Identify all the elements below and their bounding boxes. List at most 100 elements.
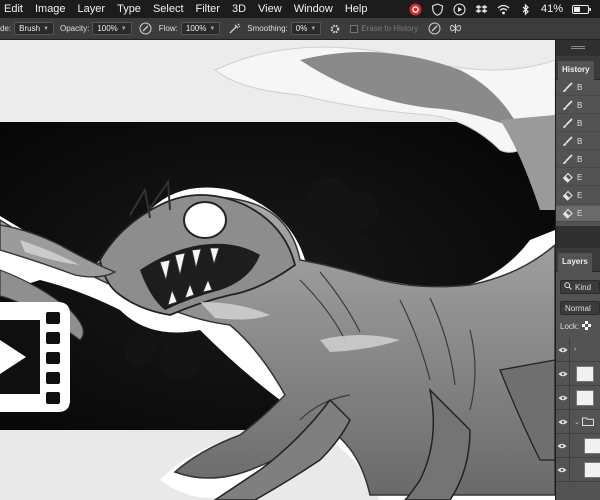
flow-value: 100%	[185, 24, 207, 33]
history-state-row[interactable]: B	[556, 134, 600, 150]
smoothing-value: 0%	[295, 24, 308, 33]
layer-group-row[interactable]: ⌄	[556, 409, 600, 434]
menu-edit[interactable]: Edit	[4, 3, 23, 15]
wifi-icon[interactable]	[497, 3, 510, 16]
history-state-row[interactable]: E	[556, 206, 600, 222]
tab-layers[interactable]: Layers	[558, 253, 592, 272]
lock-controls: Lock:	[560, 321, 592, 332]
symmetry-icon[interactable]	[448, 22, 462, 36]
layers-panel: Layers Kind Normal Lock: › ⌄	[555, 248, 600, 500]
menu-image[interactable]: Image	[35, 3, 66, 15]
dropbox-icon[interactable]	[475, 3, 488, 16]
pressure-size-icon[interactable]	[427, 22, 441, 36]
layers-tabbar: Layers	[556, 248, 600, 272]
flow-input[interactable]: 100% ▼	[180, 22, 221, 35]
battery-icon[interactable]	[572, 3, 592, 16]
history-panel-header-strip[interactable]	[555, 40, 600, 56]
history-state-label: E	[577, 209, 583, 218]
eye-icon[interactable]	[556, 409, 570, 434]
erase-to-history-checkbox[interactable]	[350, 24, 359, 33]
layer-filter-value: Kind	[575, 282, 592, 292]
history-state-row[interactable]: E	[556, 170, 600, 186]
menu-3d[interactable]: 3D	[232, 3, 246, 15]
chevron-right-icon: ›	[574, 346, 577, 353]
layer-filter-select[interactable]: Kind	[560, 280, 600, 294]
brush-icon	[560, 81, 574, 95]
lock-transparent-pixels-icon[interactable]	[582, 321, 592, 332]
history-state-label: E	[577, 173, 583, 182]
brush-icon	[560, 99, 574, 113]
eye-icon[interactable]	[556, 337, 570, 362]
erase-to-history-label: Erase to History	[361, 24, 419, 33]
eraser-icon	[560, 171, 574, 185]
lock-label: Lock:	[560, 322, 580, 331]
gear-icon[interactable]	[328, 22, 342, 36]
layer-row[interactable]: ›	[556, 337, 600, 362]
menu-layer[interactable]: Layer	[78, 3, 106, 15]
history-state-row[interactable]: B	[556, 98, 600, 114]
eraser-icon	[560, 189, 574, 203]
battery-percent: 41%	[540, 3, 563, 15]
smoothing-input[interactable]: 0% ▼	[290, 22, 322, 35]
blend-mode-value: Normal	[565, 303, 591, 313]
menu-filter[interactable]: Filter	[196, 3, 220, 15]
history-state-row[interactable]: B	[556, 80, 600, 96]
eye-icon[interactable]	[556, 361, 570, 386]
airbrush-icon[interactable]	[227, 22, 241, 36]
history-state-label: B	[577, 119, 583, 128]
play-icon[interactable]	[453, 2, 466, 16]
chevron-down-icon: ⌄	[574, 418, 580, 426]
chevron-down-icon: ▼	[43, 25, 49, 32]
erase-to-history-option[interactable]: Erase to History	[350, 24, 418, 33]
chevron-down-icon: ▼	[310, 25, 317, 32]
layer-group-expand[interactable]: ⌄	[574, 413, 594, 431]
history-state-row[interactable]: B	[556, 152, 600, 168]
panel-grip-icon[interactable]	[571, 46, 585, 49]
film-play-icon[interactable]	[0, 302, 70, 412]
shield-icon[interactable]	[431, 2, 444, 16]
layer-thumbnail	[583, 437, 600, 454]
layer-row[interactable]	[556, 457, 600, 482]
menu-type[interactable]: Type	[117, 3, 141, 15]
flow-label: Flow:	[158, 24, 178, 33]
mode-label: de:	[0, 24, 12, 33]
document-canvas[interactable]	[0, 40, 555, 500]
creature-artwork	[0, 46, 555, 500]
mode-value: Brush	[19, 24, 41, 33]
bluetooth-icon[interactable]	[519, 3, 532, 16]
brush-icon	[560, 117, 574, 131]
opacity-value: 100%	[97, 24, 118, 33]
layer-row[interactable]	[556, 385, 600, 410]
chevron-down-icon: ▼	[120, 25, 127, 32]
layer-thumbnail	[576, 389, 594, 406]
history-state-label: B	[577, 101, 583, 110]
smoothing-label: Smoothing:	[247, 24, 288, 33]
history-panel: History BBBBBEEE	[555, 56, 600, 226]
pressure-opacity-icon[interactable]	[139, 22, 153, 36]
menu-help[interactable]: Help	[345, 3, 368, 15]
panel-separator	[555, 226, 600, 248]
opacity-label: Opacity:	[59, 24, 90, 33]
history-state-label: E	[577, 191, 583, 200]
chevron-down-icon: ▼	[209, 25, 216, 32]
mode-select[interactable]: Brush ▼	[14, 22, 54, 35]
tool-options-bar: de: Brush ▼ Opacity: 100% ▼ Flow: 100% ▼ Sm…	[0, 18, 600, 40]
opacity-input[interactable]: 100% ▼	[92, 22, 132, 35]
history-state-label: B	[577, 155, 583, 164]
history-state-row[interactable]: E	[556, 188, 600, 204]
creative-cloud-icon[interactable]	[409, 3, 422, 16]
layer-thumbnail	[576, 365, 594, 382]
eye-icon[interactable]	[556, 385, 570, 410]
eye-icon[interactable]	[556, 457, 570, 482]
tab-history[interactable]: History	[558, 61, 594, 80]
menu-view[interactable]: View	[258, 3, 282, 15]
layer-row[interactable]	[556, 361, 600, 386]
menu-select[interactable]: Select	[153, 3, 184, 15]
eraser-icon	[560, 207, 574, 221]
history-state-row[interactable]: B	[556, 116, 600, 132]
layer-row[interactable]	[556, 433, 600, 458]
layer-group-expand[interactable]: ›	[574, 346, 576, 353]
eye-icon[interactable]	[556, 433, 570, 458]
menu-window[interactable]: Window	[294, 3, 333, 15]
blend-mode-select[interactable]: Normal	[560, 301, 600, 315]
